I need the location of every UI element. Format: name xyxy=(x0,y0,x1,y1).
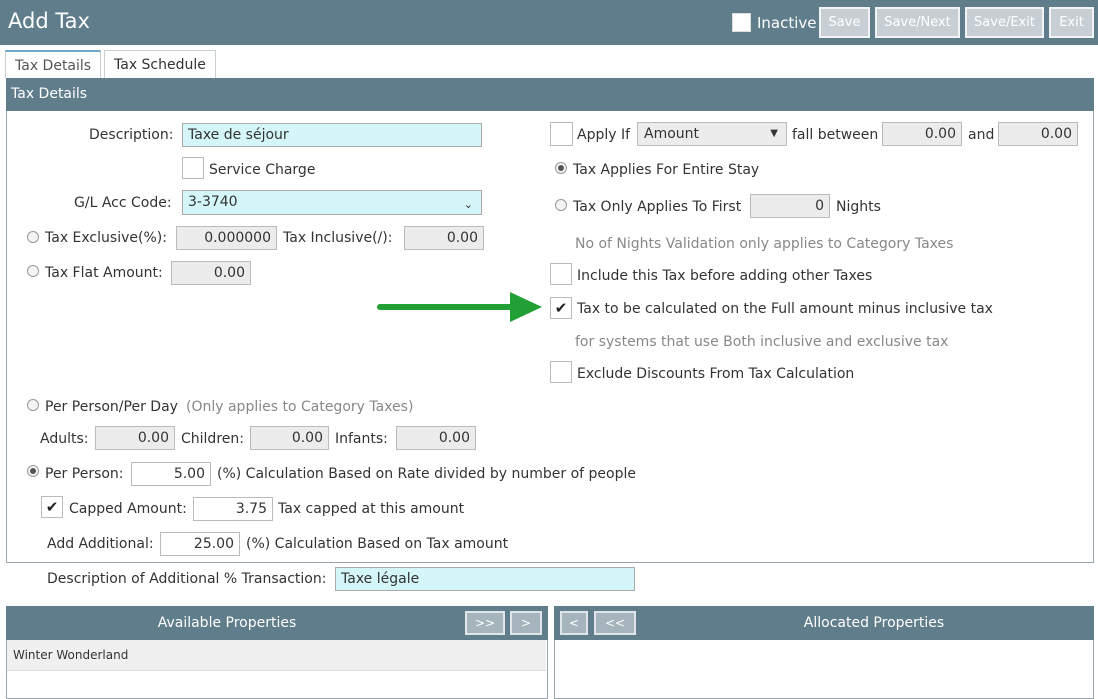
add-additional-input[interactable]: 25.00 xyxy=(160,532,240,556)
caret-down-icon: ▼ xyxy=(770,128,778,139)
exit-button[interactable]: Exit xyxy=(1049,7,1094,38)
per-person-per-day-radio[interactable] xyxy=(27,399,39,411)
desc-additional-input[interactable]: Taxe légale xyxy=(335,567,635,591)
apply-if-checkbox[interactable] xyxy=(550,122,573,146)
tax-details-panel xyxy=(6,78,1094,563)
include-before-checkbox[interactable] xyxy=(550,263,572,285)
capped-amount-checkbox[interactable]: ✔ xyxy=(41,496,63,518)
first-nights-input[interactable]: 0 xyxy=(750,194,830,218)
nights-label: Nights xyxy=(836,199,881,215)
include-before-label: Include this Tax before adding other Tax… xyxy=(577,268,873,284)
per-person-note: (%) Calculation Based on Rate divided by… xyxy=(217,466,636,482)
apply-if-value: Amount xyxy=(644,126,700,142)
first-nights-label: Tax Only Applies To First xyxy=(573,199,742,215)
check-icon: ✔ xyxy=(45,498,59,516)
fall-to-input[interactable]: 0.00 xyxy=(998,122,1078,146)
tax-inclusive-input[interactable]: 0.00 xyxy=(404,226,484,250)
move-left-button[interactable]: < xyxy=(560,611,588,635)
adults-label: Adults: xyxy=(40,431,89,447)
inactive-label: Inactive xyxy=(757,14,817,32)
exclude-discounts-checkbox[interactable] xyxy=(550,361,572,383)
add-additional-note: (%) Calculation Based on Tax amount xyxy=(246,536,509,552)
move-all-left-button[interactable]: << xyxy=(594,611,636,635)
exclude-discounts-label: Exclude Discounts From Tax Calculation xyxy=(577,366,855,382)
and-label: and xyxy=(968,127,995,143)
children-input[interactable]: 0.00 xyxy=(250,426,329,450)
page-title: Add Tax xyxy=(8,9,90,33)
fall-from-input[interactable]: 0.00 xyxy=(882,122,962,146)
tax-flat-amount-label: Tax Flat Amount: xyxy=(45,265,163,281)
capped-amount-input[interactable]: 3.75 xyxy=(193,497,273,521)
full-minus-inclusive-label: Tax to be calculated on the Full amount … xyxy=(577,301,993,317)
add-additional-label: Add Additional: xyxy=(47,536,154,552)
entire-stay-label: Tax Applies For Entire Stay xyxy=(573,162,760,178)
tab-tax-schedule[interactable]: Tax Schedule xyxy=(104,50,216,78)
save-exit-button[interactable]: Save/Exit xyxy=(965,7,1044,38)
save-button[interactable]: Save xyxy=(819,7,870,38)
gl-acc-code-value: 3-3740 xyxy=(188,194,238,210)
gl-acc-code-select[interactable]: 3-3740 ⌄ xyxy=(182,190,482,215)
panel-title: Tax Details xyxy=(6,78,1094,111)
move-all-right-button[interactable]: >> xyxy=(465,611,505,635)
desc-additional-label: Description of Additional % Transaction: xyxy=(47,571,327,587)
chevron-down-icon: ⌄ xyxy=(463,198,473,211)
per-person-label: Per Person: xyxy=(45,466,124,482)
service-charge-label: Service Charge xyxy=(209,162,316,178)
capped-amount-note: Tax capped at this amount xyxy=(278,501,465,517)
full-minus-inclusive-note: for systems that use Both inclusive and … xyxy=(575,334,949,350)
first-nights-radio[interactable] xyxy=(555,199,567,211)
tax-flat-amount-radio[interactable] xyxy=(27,265,39,277)
nights-validation-note: No of Nights Validation only applies to … xyxy=(575,236,954,252)
green-arrow-icon xyxy=(377,292,542,322)
per-person-input[interactable]: 5.00 xyxy=(131,462,211,486)
tax-exclusive-label: Tax Exclusive(%): xyxy=(45,230,167,246)
inactive-checkbox[interactable] xyxy=(732,13,751,32)
tab-tax-details[interactable]: Tax Details xyxy=(5,50,102,78)
full-minus-inclusive-checkbox[interactable]: ✔ xyxy=(550,297,572,319)
apply-if-select[interactable]: Amount ▼ xyxy=(637,122,787,146)
entire-stay-radio[interactable] xyxy=(555,162,567,174)
gl-acc-code-label: G/L Acc Code: xyxy=(74,195,172,211)
description-label: Description: xyxy=(89,127,174,143)
per-person-per-day-note: (Only applies to Category Taxes) xyxy=(186,399,414,415)
adults-input[interactable]: 0.00 xyxy=(95,426,175,450)
apply-if-label: Apply If xyxy=(577,127,631,143)
service-charge-checkbox[interactable] xyxy=(182,157,204,179)
description-input[interactable]: Taxe de séjour xyxy=(182,123,482,147)
capped-amount-label: Capped Amount: xyxy=(69,501,187,517)
tax-inclusive-label: Tax Inclusive(/): xyxy=(283,230,393,246)
move-right-button[interactable]: > xyxy=(510,611,542,635)
check-icon: ✔ xyxy=(554,299,568,317)
list-item[interactable]: Winter Wonderland xyxy=(7,640,546,671)
tax-flat-amount-input[interactable]: 0.00 xyxy=(171,261,251,285)
infants-input[interactable]: 0.00 xyxy=(396,426,476,450)
per-person-radio[interactable] xyxy=(27,465,39,477)
tax-exclusive-input[interactable]: 0.000000 xyxy=(176,226,277,250)
save-next-button[interactable]: Save/Next xyxy=(875,7,960,38)
per-person-per-day-label: Per Person/Per Day xyxy=(45,399,178,415)
tax-exclusive-radio[interactable] xyxy=(27,231,39,243)
children-label: Children: xyxy=(181,431,244,447)
infants-label: Infants: xyxy=(335,431,388,447)
fall-between-label: fall between xyxy=(792,127,879,143)
